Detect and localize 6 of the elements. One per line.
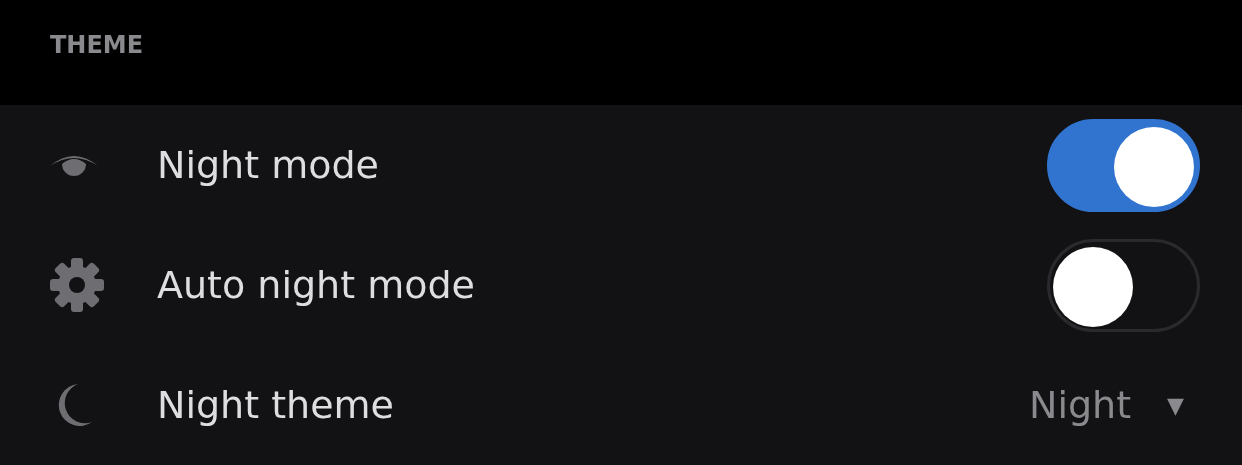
theme-dropdown[interactable]: Night ▼ <box>1029 383 1200 427</box>
setting-label: Night mode <box>157 143 380 187</box>
section-title: THEME <box>50 30 144 59</box>
setting-label: Night theme <box>157 383 395 427</box>
setting-label: Auto night mode <box>157 263 476 307</box>
gear-icon <box>48 256 106 314</box>
